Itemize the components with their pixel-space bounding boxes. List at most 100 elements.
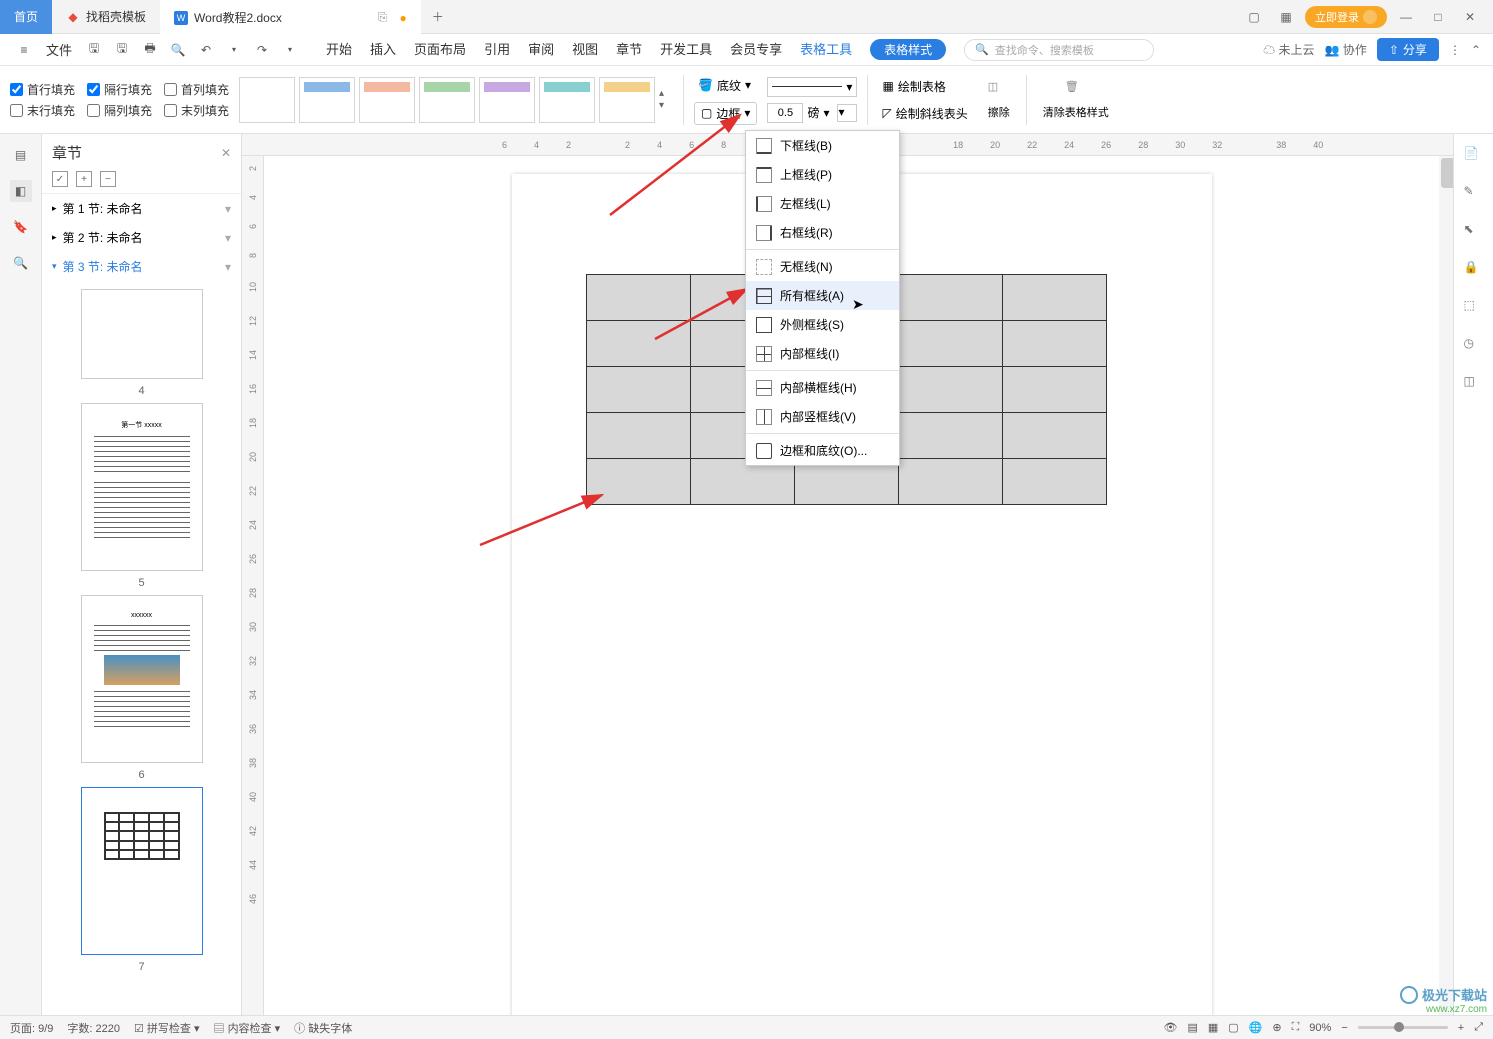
doc-icon[interactable]: ▤ bbox=[10, 144, 32, 166]
nav-item-1[interactable]: ▸第 1 节: 未命名▾ bbox=[42, 194, 241, 223]
zoom-in-icon[interactable]: + bbox=[1458, 1022, 1464, 1034]
menu-more-icon[interactable]: ⋮ bbox=[1449, 43, 1461, 57]
menu-tab-start[interactable]: 开始 bbox=[326, 39, 352, 60]
menu-tab-layout[interactable]: 页面布局 bbox=[414, 39, 466, 60]
sb-web-icon[interactable]: ⊕ bbox=[1272, 1021, 1281, 1034]
window-minimize[interactable]: — bbox=[1393, 4, 1419, 30]
zoom-level[interactable]: 90% bbox=[1309, 1022, 1331, 1034]
sb-spell[interactable]: ☑ 拼写检查 ▾ bbox=[134, 1020, 200, 1036]
cb-last-row[interactable]: 末行填充 bbox=[10, 102, 75, 119]
nav-item-3[interactable]: ▾第 3 节: 未命名▾ bbox=[42, 252, 241, 281]
style-blue[interactable] bbox=[299, 77, 355, 123]
cloud-status[interactable]: ☁ 未上云 bbox=[1263, 41, 1314, 58]
chevron-down-icon[interactable]: ▾ bbox=[225, 260, 231, 274]
sb-page[interactable]: 页面: 9/9 bbox=[10, 1020, 53, 1036]
menu-file[interactable]: 文件 bbox=[40, 40, 78, 59]
menu-tab-dev[interactable]: 开发工具 bbox=[660, 39, 712, 60]
menu-tab-refs[interactable]: 引用 bbox=[484, 39, 510, 60]
np-tool-check[interactable]: ✓ bbox=[52, 171, 68, 187]
style-gold[interactable] bbox=[599, 77, 655, 123]
gallery-more[interactable]: ▴▾ bbox=[659, 89, 673, 111]
menu-tab-review[interactable]: 审阅 bbox=[528, 39, 554, 60]
style-teal[interactable] bbox=[539, 77, 595, 123]
login-button[interactable]: 立即登录 bbox=[1305, 6, 1387, 28]
border-menu-item[interactable]: 左框线(L) bbox=[746, 189, 899, 218]
clear-style-button[interactable]: 🗑清除表格样式 bbox=[1037, 80, 1115, 120]
erase-button[interactable]: ◫擦除 bbox=[982, 80, 1016, 120]
redo-dd-icon[interactable]: ▾ bbox=[278, 38, 302, 62]
tab-document[interactable]: WWord教程2.docx⎘● bbox=[160, 0, 421, 34]
sb-eye-icon[interactable]: 👁 bbox=[1163, 1021, 1177, 1034]
find-icon[interactable]: 🔍 bbox=[10, 252, 32, 274]
cb-first-row[interactable]: 首行填充 bbox=[10, 81, 75, 98]
cb-last-col[interactable]: 末列填充 bbox=[164, 102, 229, 119]
redo-icon[interactable]: ↷ bbox=[250, 38, 274, 62]
nav-close[interactable]: ✕ bbox=[221, 146, 231, 160]
undo-dd-icon[interactable]: ▾ bbox=[222, 38, 246, 62]
bookmark-icon[interactable]: 🔖 bbox=[10, 216, 32, 238]
line-style[interactable]: ▾ bbox=[767, 77, 857, 97]
sb-view3-icon[interactable]: ▢ bbox=[1228, 1021, 1238, 1034]
zoom-slider[interactable] bbox=[1358, 1026, 1448, 1029]
style-green[interactable] bbox=[419, 77, 475, 123]
tab-add[interactable]: ＋ bbox=[421, 0, 455, 34]
collab-button[interactable]: 👥 协作 bbox=[1325, 41, 1367, 58]
border-menu-item[interactable]: 内部竖框线(V) bbox=[746, 402, 899, 431]
rb-lock-icon[interactable]: 🔒 bbox=[1464, 260, 1484, 280]
chevron-down-icon[interactable]: ▾ bbox=[225, 231, 231, 245]
style-plain[interactable] bbox=[239, 77, 295, 123]
border-menu-item[interactable]: 右框线(R) bbox=[746, 218, 899, 247]
border-menu-item[interactable]: 上框线(P) bbox=[746, 160, 899, 189]
menu-tab-tablestyle[interactable]: 表格样式 bbox=[870, 39, 946, 60]
rb-clock-icon[interactable]: ◷ bbox=[1464, 336, 1484, 356]
sb-expand-icon[interactable]: ⤢ bbox=[1474, 1021, 1483, 1034]
zoom-out-icon[interactable]: − bbox=[1341, 1022, 1347, 1034]
draw-table[interactable]: ▦绘制表格 bbox=[878, 76, 971, 97]
border-width-input[interactable] bbox=[767, 103, 803, 123]
style-purple[interactable] bbox=[479, 77, 535, 123]
cb-alt-row[interactable]: 隔行填充 bbox=[87, 81, 152, 98]
style-orange[interactable] bbox=[359, 77, 415, 123]
print-icon[interactable]: 🖶 bbox=[138, 38, 162, 62]
thumb-6[interactable]: xxxxxx bbox=[81, 595, 203, 763]
menu-tab-insert[interactable]: 插入 bbox=[370, 39, 396, 60]
rb-cube-icon[interactable]: ⬚ bbox=[1464, 298, 1484, 318]
window-close[interactable]: ✕ bbox=[1457, 4, 1483, 30]
nav-item-2[interactable]: ▸第 2 节: 未命名▾ bbox=[42, 223, 241, 252]
rb-pencil-icon[interactable]: ✎ bbox=[1464, 184, 1484, 204]
menu-tab-tabletool[interactable]: 表格工具 bbox=[800, 39, 852, 60]
border-menu-item[interactable]: 内部框线(I) bbox=[746, 339, 899, 368]
sb-font[interactable]: ⓘ 缺失字体 bbox=[294, 1020, 352, 1036]
sb-content[interactable]: ▤ 内容检查 ▾ bbox=[214, 1020, 281, 1036]
rb-saveas-icon[interactable]: 📄 bbox=[1464, 146, 1484, 166]
np-tool-add[interactable]: + bbox=[76, 171, 92, 187]
preview-icon[interactable]: 🔍 bbox=[166, 38, 190, 62]
border-dropdown[interactable]: ▢边框 ▾ bbox=[694, 102, 757, 125]
thumb-partial[interactable] bbox=[81, 289, 203, 379]
menu-collapse-icon[interactable]: ⌃ bbox=[1471, 43, 1481, 57]
tab-home[interactable]: 首页 bbox=[0, 0, 52, 34]
rb-pointer-icon[interactable]: ⬉ bbox=[1464, 222, 1484, 242]
border-menu-item[interactable]: 内部横框线(H) bbox=[746, 373, 899, 402]
search-input[interactable]: 🔍查找命令、搜索模板 bbox=[964, 39, 1154, 61]
chevron-down-icon[interactable]: ▾ bbox=[225, 202, 231, 216]
border-menu-item[interactable]: 外侧框线(S) bbox=[746, 310, 899, 339]
grid4-icon[interactable]: ▦ bbox=[1273, 4, 1299, 30]
cb-alt-col[interactable]: 隔列填充 bbox=[87, 102, 152, 119]
save-icon[interactable]: 🖫 bbox=[82, 38, 106, 62]
shading-dropdown[interactable]: 🪣底纹 ▾ bbox=[694, 75, 757, 96]
share-button[interactable]: ⇧ 分享 bbox=[1377, 38, 1439, 61]
grid1-icon[interactable]: ▢ bbox=[1241, 4, 1267, 30]
cb-first-col[interactable]: 首列填充 bbox=[164, 81, 229, 98]
border-menu-item[interactable]: 边框和底纹(O)... bbox=[746, 436, 899, 465]
thumb-7[interactable] bbox=[81, 787, 203, 955]
hamburger-icon[interactable]: ≡ bbox=[12, 38, 36, 62]
sb-view1-icon[interactable]: ▤ bbox=[1187, 1021, 1197, 1034]
border-color[interactable]: ▾ bbox=[837, 104, 857, 122]
vertical-scrollbar[interactable] bbox=[1439, 156, 1453, 1015]
np-tool-del[interactable]: − bbox=[100, 171, 116, 187]
rb-layout-icon[interactable]: ◫ bbox=[1464, 374, 1484, 394]
zoom-fit-icon[interactable]: ⛶ bbox=[1292, 1021, 1300, 1034]
undo-icon[interactable]: ↶ bbox=[194, 38, 218, 62]
sb-words[interactable]: 字数: 2220 bbox=[67, 1020, 120, 1036]
